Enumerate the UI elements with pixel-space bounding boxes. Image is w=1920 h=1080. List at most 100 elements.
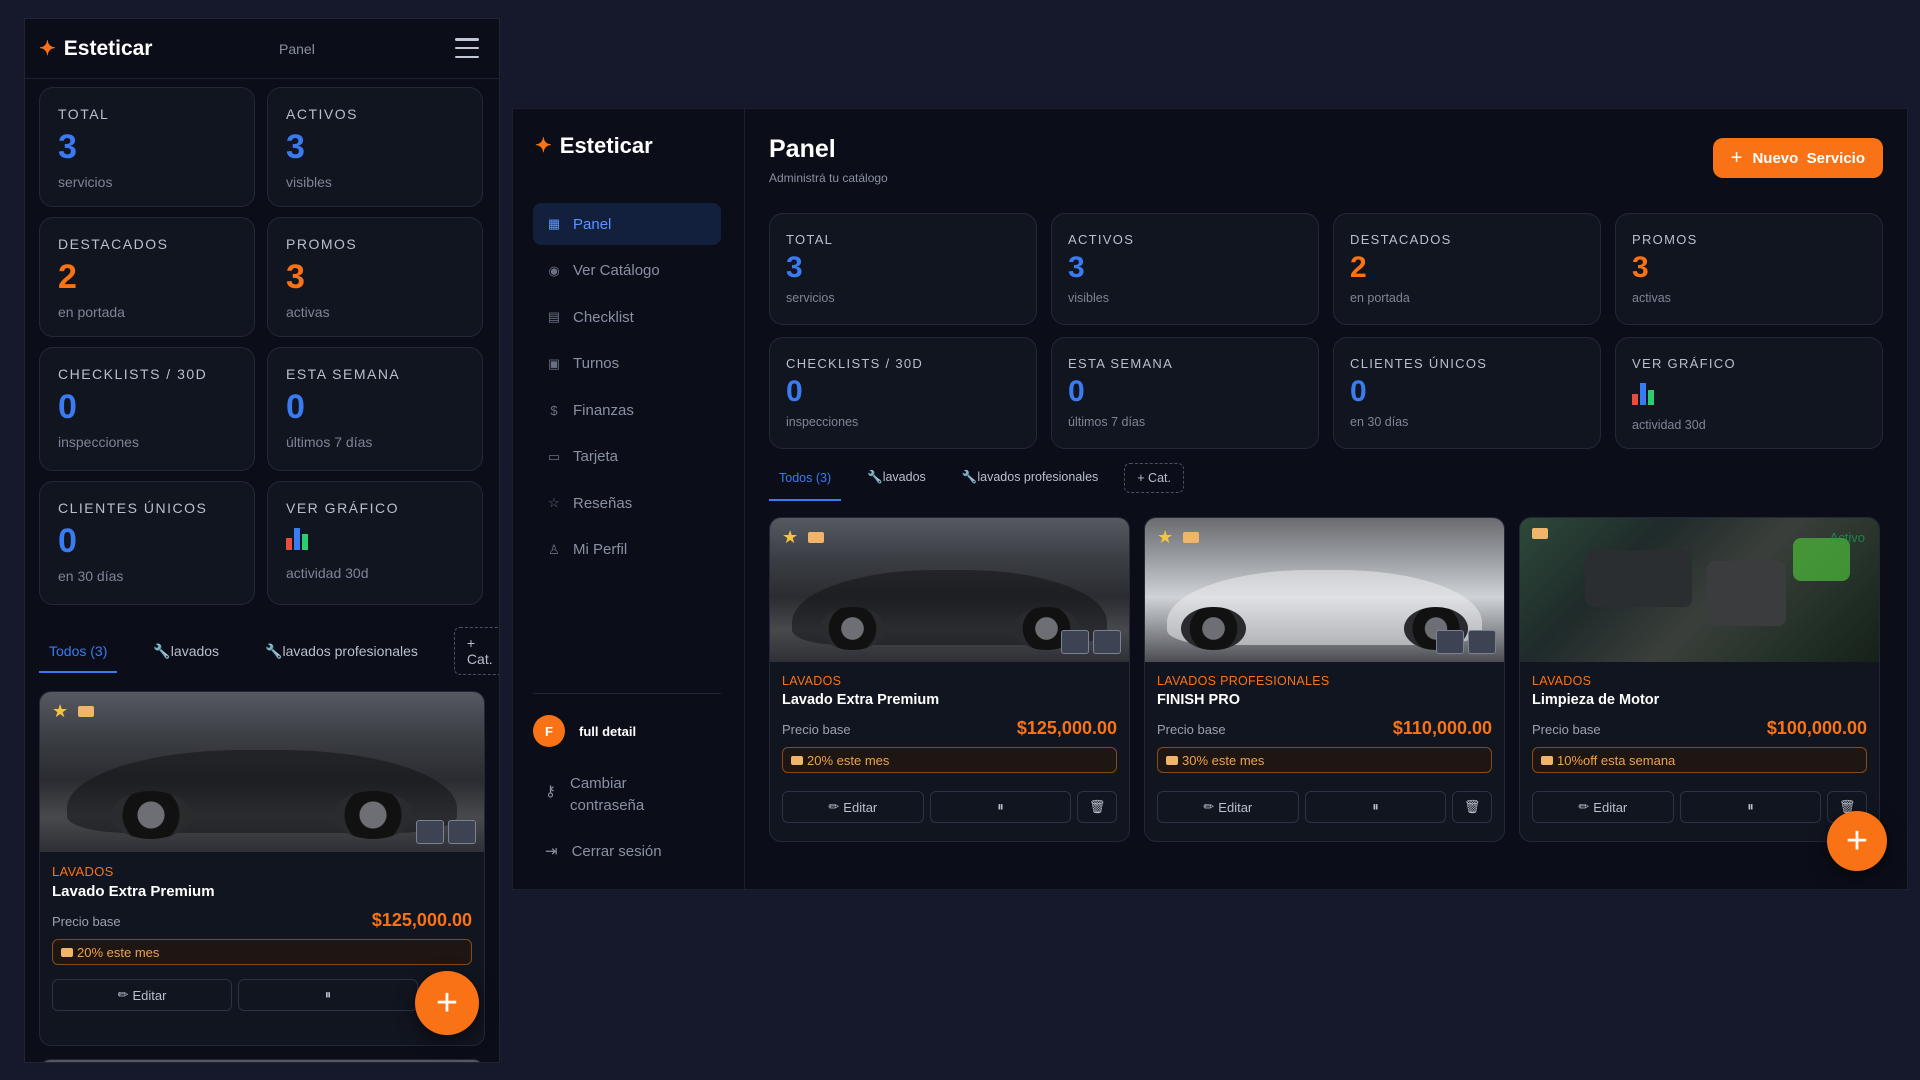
logout-link[interactable]: ⇥ Cerrar sesión xyxy=(545,841,662,863)
page-subtitle: Administrá tu catálogo xyxy=(769,171,888,185)
add-category-button[interactable]: + Cat. xyxy=(1124,462,1184,493)
stat-card-activos: ACTIVOS 3 visibles xyxy=(1051,213,1319,325)
tab-label: lavados xyxy=(170,642,220,659)
sidebar-item-checklist[interactable]: ▤ Checklist xyxy=(533,296,721,338)
service-price: $110,000.00 xyxy=(1392,718,1492,738)
sidebar: ✦ Esteticar ▦ Panel ◉ Ver Catálogo ▤ Checkl… xyxy=(513,109,745,889)
star-icon[interactable]: ★ xyxy=(782,528,798,546)
edit-button[interactable]: ✏ Editar xyxy=(1157,791,1299,823)
service-name: Lavado Extra Premium xyxy=(782,692,940,708)
stat-card-ver-grafico[interactable]: VER GRÁFICO actividad 30d xyxy=(1615,337,1883,449)
tab-lavados[interactable]: 🔧lavados xyxy=(143,635,229,668)
star-icon[interactable]: ★ xyxy=(52,702,68,720)
plus-icon: + xyxy=(1730,146,1743,169)
avatar: F xyxy=(533,715,565,747)
edit-button[interactable]: ✏ Editar xyxy=(52,979,232,1011)
add-fab-button[interactable]: + xyxy=(1827,811,1887,871)
category-tabs: Todos (3) 🔧lavados 🔧lavados profesionale… xyxy=(769,462,1184,501)
promo-badge: 10%off esta semana xyxy=(1532,747,1867,773)
new-service-button[interactable]: + Nuevo Servicio xyxy=(1712,138,1883,178)
sidebar-item-ver-catalogo[interactable]: ◉ Ver Catálogo xyxy=(533,250,721,292)
pencil-icon: ✏ xyxy=(828,799,840,814)
price-label: Precio base xyxy=(1532,722,1601,737)
nav-label: Reseñas xyxy=(573,494,633,512)
service-image: ★ xyxy=(770,518,1129,662)
sidebar-item-tarjeta[interactable]: ▭ Tarjeta xyxy=(533,436,721,478)
change-password-link[interactable]: ⚷ Cambiar contraseña xyxy=(545,773,660,817)
stat-sub: inspecciones xyxy=(786,415,859,429)
pause-button[interactable]: ⏸ xyxy=(929,791,1072,823)
promo-badge: 30% este mes xyxy=(1157,747,1492,773)
tab-label: lavados profesionales xyxy=(282,642,418,659)
tab-lavados-profesionales[interactable]: 🔧lavados profesionales xyxy=(952,462,1109,493)
add-category-button[interactable]: + Cat. xyxy=(453,627,499,675)
price-label: Precio base xyxy=(1157,722,1226,737)
stat-label: TOTAL xyxy=(58,106,110,122)
nav-label: Checklist xyxy=(573,308,634,326)
service-category: LAVADOS xyxy=(52,864,114,879)
hamburger-menu-icon[interactable] xyxy=(455,38,479,58)
key-icon: ⚷ xyxy=(545,783,556,800)
delete-button[interactable]: 🗑 xyxy=(1077,791,1117,823)
new-service-label: Nuevo Servicio xyxy=(1752,149,1865,167)
service-card: ★ LAVADOS PROFESIONALES FINISH PRO Preci… xyxy=(1144,517,1505,842)
service-category: LAVADOS PROFESIONALES xyxy=(1157,674,1330,688)
grid-icon: ▦ xyxy=(547,216,561,231)
pause-button[interactable]: ⏸ xyxy=(1679,791,1822,823)
stat-card-checklists: CHECKLISTS / 30D 0 inspecciones xyxy=(39,347,255,471)
nav-label: Panel xyxy=(573,215,612,233)
edit-button[interactable]: ✏ Editar xyxy=(1532,791,1674,823)
service-card: ★ LAVADOS Lavado Extra Premium Precio ba… xyxy=(769,517,1130,842)
tab-lavados[interactable]: 🔧lavados xyxy=(857,462,936,493)
stat-card-ver-grafico[interactable]: VER GRÁFICO actividad 30d xyxy=(267,481,483,605)
stat-value: 2 xyxy=(58,258,77,296)
tab-todos[interactable]: Todos (3) xyxy=(39,635,118,673)
service-category: LAVADOS xyxy=(782,674,842,688)
stat-sub: últimos 7 días xyxy=(286,434,373,450)
stat-sub: actividad 30d xyxy=(286,565,369,581)
dollar-icon: $ xyxy=(550,402,558,418)
tab-lavados-profesionales[interactable]: 🔧lavados profesionales xyxy=(255,635,428,668)
stat-sub: activas xyxy=(286,304,330,320)
logout-icon: ⇥ xyxy=(545,843,558,860)
promo-text: 10%off esta semana xyxy=(1557,752,1676,768)
stat-value: 0 xyxy=(1068,375,1085,408)
sidebar-item-finanzas[interactable]: $ Finanzas xyxy=(533,389,721,431)
brand-logo[interactable]: ✦ Esteticar xyxy=(39,37,152,61)
tab-label: lavados xyxy=(882,470,926,484)
stat-sub: visibles xyxy=(286,174,332,190)
sidebar-item-panel[interactable]: ▦ Panel xyxy=(533,203,721,245)
pencil-icon: ✏ xyxy=(1203,799,1215,814)
service-name: FINISH PRO xyxy=(1157,692,1240,708)
stat-value: 3 xyxy=(786,251,803,284)
image-thumbnails[interactable] xyxy=(416,820,476,844)
edit-button[interactable]: ✏ Editar xyxy=(782,791,924,823)
trash-icon: 🗑 xyxy=(1088,799,1106,814)
mobile-stats-grid: TOTAL 3 servicios ACTIVOS 3 visibles DES… xyxy=(39,87,485,615)
promo-text: 20% este mes xyxy=(77,944,160,960)
stat-value: 2 xyxy=(1350,251,1367,284)
service-cards: ★ LAVADOS Lavado Extra Premium Precio ba… xyxy=(769,517,1880,842)
stat-card-promos: PROMOS 3 activas xyxy=(1615,213,1883,325)
stat-sub: en 30 días xyxy=(58,568,124,584)
pause-button[interactable]: ⏸ xyxy=(1304,791,1447,823)
image-thumbnails[interactable] xyxy=(1061,630,1121,654)
stat-label: DESTACADOS xyxy=(58,236,169,252)
star-icon[interactable]: ★ xyxy=(1157,528,1173,546)
brand-logo[interactable]: ✦ Esteticar xyxy=(535,133,653,159)
stat-card-esta-semana: ESTA SEMANA 0 últimos 7 días xyxy=(267,347,483,471)
brand-name: Esteticar xyxy=(559,133,653,158)
sidebar-item-resenas[interactable]: ☆ Reseñas xyxy=(533,482,721,524)
tab-todos[interactable]: Todos (3) xyxy=(769,463,842,501)
stat-label: ACTIVOS xyxy=(1068,232,1135,247)
stat-card-checklists: CHECKLISTS / 30D 0 inspecciones xyxy=(769,337,1037,449)
sidebar-item-mi-perfil[interactable]: ♙ Mi Perfil xyxy=(533,529,721,571)
tag-icon xyxy=(791,755,803,765)
stat-value: 0 xyxy=(58,522,77,560)
delete-button[interactable]: 🗑 xyxy=(1452,791,1492,823)
image-thumbnails[interactable] xyxy=(1436,630,1496,654)
sidebar-item-turnos[interactable]: ▣ Turnos xyxy=(533,343,721,385)
tag-icon xyxy=(1541,755,1553,765)
pause-button[interactable]: ⏸ xyxy=(238,979,418,1011)
add-fab-button[interactable]: + xyxy=(415,971,479,1035)
